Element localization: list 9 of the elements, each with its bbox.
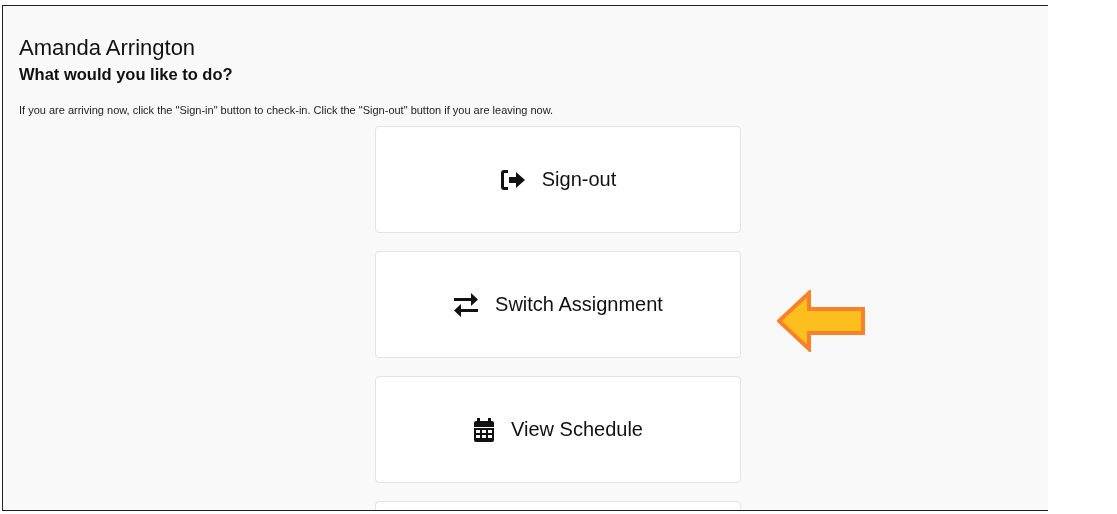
user-name: Amanda Arrington bbox=[19, 34, 197, 62]
prompt-heading: What would you like to do? bbox=[19, 64, 234, 85]
action-button[interactable]: Sign-out bbox=[375, 126, 741, 233]
action-button[interactable]: View Schedule bbox=[375, 376, 741, 483]
action-button[interactable]: Switch Assignment bbox=[375, 251, 741, 358]
instructions-text: If you are arriving now, click the "Sign-in" button to check-in. Click the "Sign-out" button if you are leaving now. bbox=[19, 103, 555, 117]
sign-out-icon bbox=[499, 168, 526, 191]
calendar-icon bbox=[473, 417, 495, 442]
swap-arrows-icon bbox=[453, 292, 480, 317]
